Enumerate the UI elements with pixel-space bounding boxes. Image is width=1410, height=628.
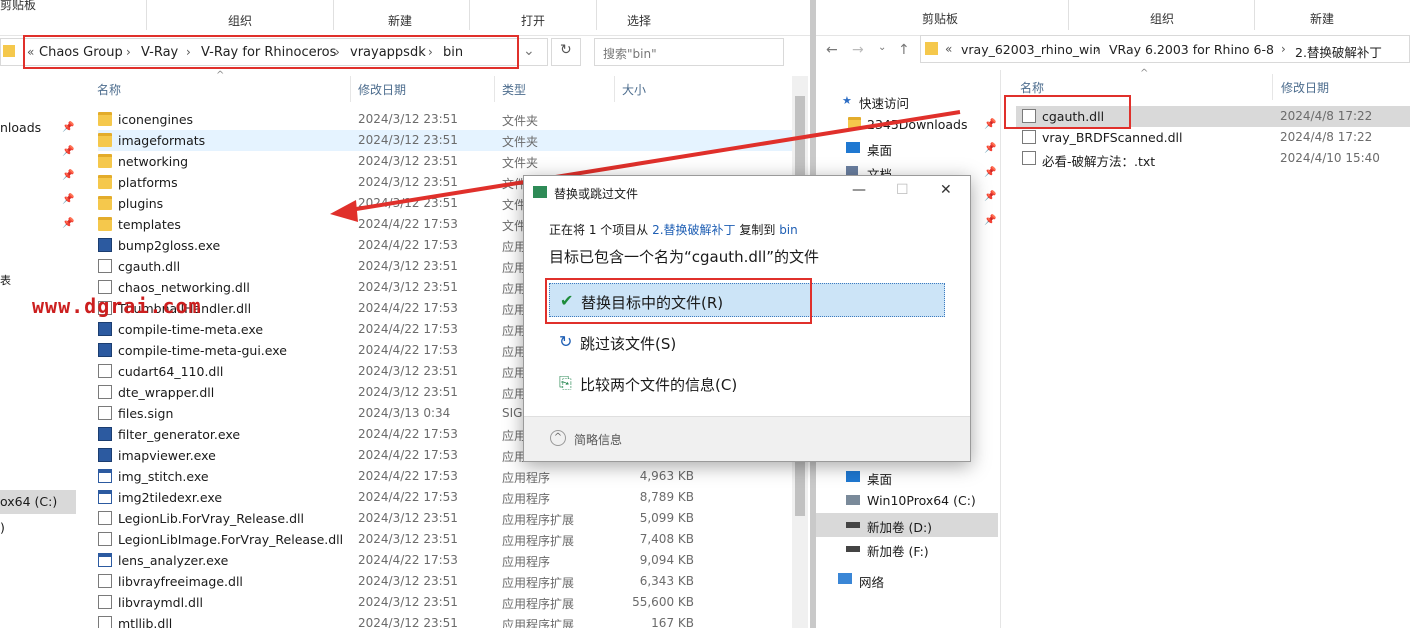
- compare-label: 比较两个文件的信息(C): [580, 376, 738, 394]
- copy-icon: [533, 186, 547, 198]
- maximize-button[interactable]: ☐: [896, 182, 909, 198]
- highlight-box: [545, 278, 812, 324]
- source-link[interactable]: 2.替换破解补丁: [652, 223, 735, 237]
- minimize-button[interactable]: —: [852, 182, 866, 198]
- destination-link[interactable]: bin: [779, 223, 798, 237]
- compare-icon: ⎘: [559, 373, 572, 392]
- chevron-up-icon[interactable]: ^: [550, 430, 566, 446]
- details-toggle[interactable]: 简略信息: [574, 431, 622, 448]
- close-button[interactable]: ✕: [940, 182, 952, 198]
- skip-arrow-icon: ↻: [559, 332, 573, 351]
- copy-status: 正在将 1 个项目从 2.替换破解补丁 复制到 bin: [549, 223, 798, 237]
- dialog-footer: ^ 简略信息: [524, 416, 970, 461]
- skip-label: 跳过该文件(S): [580, 335, 677, 353]
- skip-file-button[interactable]: ↻ 跳过该文件(S): [549, 325, 945, 359]
- compare-files-button[interactable]: ⎘ 比较两个文件的信息(C): [549, 366, 945, 400]
- dialog-heading: 目标已包含一个名为“cgauth.dll”的文件: [549, 248, 820, 266]
- dialog-title: 替换或跳过文件: [554, 187, 639, 201]
